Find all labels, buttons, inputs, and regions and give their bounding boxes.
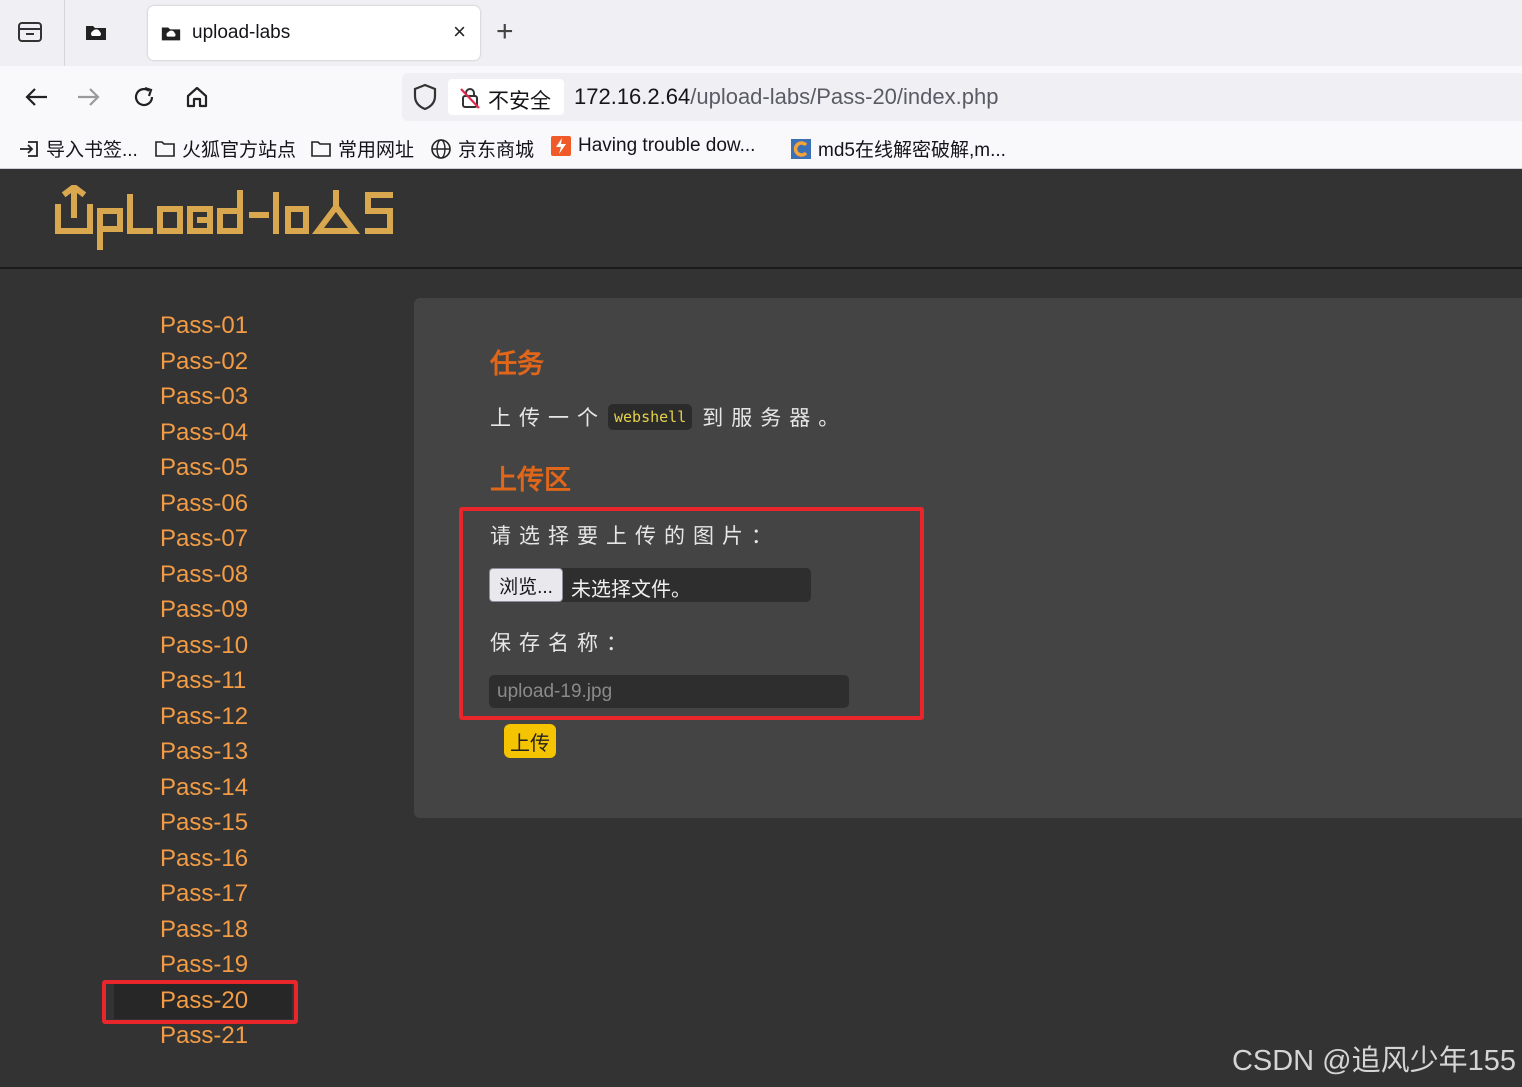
- cmd5-favicon-icon: [790, 138, 812, 160]
- home-button[interactable]: [182, 82, 212, 112]
- tab-title: upload-labs: [192, 22, 291, 43]
- active-tab[interactable]: upload-labs ×: [148, 6, 480, 60]
- tab-separator: [64, 0, 65, 66]
- bookmark-jd[interactable]: 京东商城: [430, 135, 534, 162]
- site-header: [0, 169, 1522, 269]
- home-icon: [186, 86, 208, 108]
- page-content: Pass-01 Pass-02 Pass-03 Pass-04 Pass-05 Pass-…: [0, 169, 1522, 1087]
- bookmark-label: 常用网址: [338, 140, 415, 161]
- url-host: 172.16.2.64: [574, 84, 691, 109]
- bookmark-common-sites[interactable]: 常用网址: [310, 135, 414, 162]
- task-code: webshell: [608, 404, 693, 430]
- tab-close-button[interactable]: ×: [453, 20, 466, 44]
- bookmark-firefox-site[interactable]: 火狐官方站点: [154, 135, 296, 162]
- arrow-right-icon: [78, 88, 100, 106]
- bookmark-label: md5在线解密破解,m...: [818, 140, 1006, 161]
- upload-heading: 上传区: [490, 465, 571, 495]
- menu-item-pass-16[interactable]: Pass-16: [160, 845, 248, 873]
- task-suffix: 到服务器。: [702, 407, 848, 430]
- url-path: /upload-labs/Pass-20/index.php: [690, 84, 999, 109]
- import-icon: [18, 138, 40, 160]
- bookmark-label: 火狐官方站点: [182, 140, 297, 161]
- menu-item-pass-10[interactable]: Pass-10: [160, 632, 248, 660]
- bookmark-having-trouble[interactable]: Having trouble dow...: [550, 135, 755, 157]
- menu-item-pass-05[interactable]: Pass-05: [160, 454, 248, 482]
- annotation-box-pass-20: [102, 980, 298, 1024]
- menu-item-pass-04[interactable]: Pass-04: [160, 419, 248, 447]
- menu-item-pass-14[interactable]: Pass-14: [160, 774, 248, 802]
- security-indicator[interactable]: 不安全: [448, 79, 564, 115]
- shield-icon[interactable]: [412, 83, 438, 111]
- menu-item-pass-17[interactable]: Pass-17: [160, 880, 248, 908]
- cloud-folder-icon: [86, 26, 106, 40]
- folder-icon: [310, 138, 332, 160]
- menu-item-pass-07[interactable]: Pass-07: [160, 525, 248, 553]
- menu-item-pass-01[interactable]: Pass-01: [160, 312, 248, 340]
- bookmark-label: Having trouble dow...: [578, 135, 756, 156]
- menu-item-pass-09[interactable]: Pass-09: [160, 596, 248, 624]
- insecure-lock-icon: [460, 88, 480, 109]
- menu-item-pass-11[interactable]: Pass-11: [160, 667, 246, 695]
- pinned-tab[interactable]: [76, 12, 116, 52]
- back-button[interactable]: [21, 82, 51, 112]
- forward-button[interactable]: [74, 82, 104, 112]
- globe-icon: [430, 138, 452, 160]
- menu-item-pass-21[interactable]: Pass-21: [160, 1022, 248, 1050]
- bookmark-md5[interactable]: md5在线解密破解,m...: [790, 135, 1006, 162]
- menu-item-pass-02[interactable]: Pass-02: [160, 348, 248, 376]
- url-text[interactable]: 172.16.2.64/upload-labs/Pass-20/index.ph…: [574, 84, 998, 110]
- upload-submit-button[interactable]: 上传: [504, 724, 556, 758]
- folder-icon: [154, 138, 176, 160]
- task-prefix: 上传一个: [490, 407, 606, 430]
- menu-item-pass-18[interactable]: Pass-18: [160, 916, 248, 944]
- upload-labs-logo[interactable]: [54, 185, 398, 251]
- url-bar[interactable]: 不安全 172.16.2.64/upload-labs/Pass-20/inde…: [402, 73, 1522, 121]
- firefox-view-button[interactable]: [10, 12, 50, 52]
- watermark: CSDN @追风少年155: [1231, 1045, 1516, 1077]
- task-heading: 任务: [490, 349, 544, 379]
- task-description: 上传一个 webshell 到服务器。: [490, 402, 847, 432]
- menu-item-pass-12[interactable]: Pass-12: [160, 703, 248, 731]
- arrow-left-icon: [25, 88, 47, 106]
- bookmark-import[interactable]: 导入书签...: [18, 135, 138, 162]
- menu-item-pass-08[interactable]: Pass-08: [160, 561, 248, 589]
- menu-item-pass-19[interactable]: Pass-19: [160, 951, 248, 979]
- navigation-bar: 不安全 172.16.2.64/upload-labs/Pass-20/inde…: [0, 66, 1522, 128]
- tab-bar: upload-labs × +: [0, 0, 1522, 66]
- firefox-view-icon: [18, 22, 42, 42]
- cloud-folder-icon: [161, 27, 181, 41]
- bookmarks-bar: 导入书签... 火狐官方站点 常用网址 京东商城 Having trouble …: [0, 128, 1522, 169]
- reload-icon: [134, 86, 154, 107]
- menu-item-pass-06[interactable]: Pass-06: [160, 490, 248, 518]
- reload-button[interactable]: [129, 82, 159, 112]
- bolt-favicon-icon: [550, 135, 572, 157]
- menu-item-pass-13[interactable]: Pass-13: [160, 738, 248, 766]
- menu-item-pass-15[interactable]: Pass-15: [160, 809, 248, 837]
- bookmark-label: 京东商城: [458, 140, 535, 161]
- new-tab-button[interactable]: +: [496, 14, 514, 50]
- menu-item-pass-03[interactable]: Pass-03: [160, 383, 248, 411]
- security-label: 不安全: [488, 90, 551, 113]
- annotation-box-upload-form: [459, 507, 924, 720]
- bookmark-label: 导入书签...: [46, 140, 138, 161]
